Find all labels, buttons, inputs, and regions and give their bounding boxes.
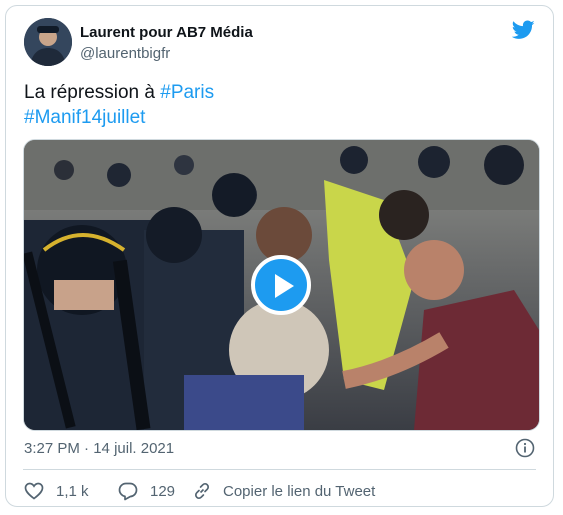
author-name[interactable]: Laurent pour AB7 Média	[80, 24, 253, 41]
heart-icon	[24, 482, 44, 500]
author-handle[interactable]: @laurentbigfr	[80, 45, 170, 62]
action-bar: 1,1 k 129 Copier le lien du Tweet	[24, 480, 375, 502]
link-icon	[194, 482, 210, 500]
like-button[interactable]: 1,1 k	[24, 482, 118, 500]
tweet-text-content: La répression à	[24, 82, 161, 103]
tweet-time[interactable]: 3:27 PM	[24, 440, 80, 457]
hashtag-manif14juillet[interactable]: #Manif14juillet	[24, 107, 145, 128]
tweet-line-1: La répression à #Paris	[24, 80, 524, 105]
like-count: 1,1 k	[56, 482, 89, 500]
author-avatar[interactable]	[24, 18, 72, 66]
tweet-text: La répression à #Paris #Manif14juillet	[24, 80, 524, 130]
tweet-line-2: #Manif14juillet	[24, 105, 524, 130]
play-icon	[275, 274, 294, 298]
reply-count: 129	[150, 482, 176, 500]
reply-bubble-icon	[118, 482, 138, 500]
tweet-card[interactable]: Laurent pour AB7 Média @laurentbigfr La …	[5, 5, 554, 507]
copy-link-button[interactable]: Copier le lien du Tweet	[193, 482, 375, 500]
info-icon[interactable]	[515, 438, 535, 458]
tweet-date[interactable]: 14 juil. 2021	[93, 440, 174, 457]
copy-link-label: Copier le lien du Tweet	[223, 482, 376, 500]
twitter-bird-icon[interactable]	[512, 20, 535, 40]
video-thumbnail[interactable]	[23, 139, 540, 431]
divider	[23, 469, 536, 470]
reply-button[interactable]: 129	[118, 482, 193, 501]
meta-separator: ·	[79, 440, 94, 457]
hashtag-paris[interactable]: #Paris	[160, 82, 214, 103]
tweet-timestamp[interactable]: 3:27 PM · 14 juil. 2021	[24, 440, 174, 457]
play-button[interactable]	[251, 255, 311, 315]
